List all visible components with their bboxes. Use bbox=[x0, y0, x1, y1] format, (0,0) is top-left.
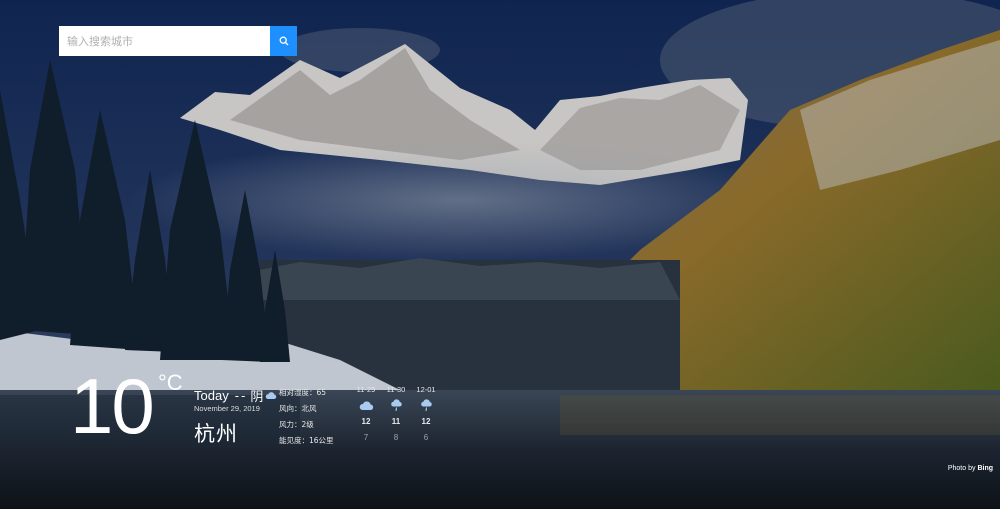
weather-condition: 阴 bbox=[250, 390, 264, 405]
visibility-label: 能见度：16公里 bbox=[279, 436, 334, 445]
cloud-icon bbox=[359, 400, 373, 410]
city-name: 杭州 bbox=[194, 422, 238, 446]
today-condition: Today - - 阴 bbox=[194, 386, 277, 405]
city-search-input[interactable] bbox=[59, 26, 270, 56]
forecast-high: 11 bbox=[391, 417, 401, 426]
forecast-day: 11-30 11 8 bbox=[381, 385, 411, 444]
wind-force-label: 风力：2级 bbox=[279, 420, 314, 429]
credit-source-link[interactable]: Bing bbox=[977, 465, 993, 472]
credit-prefix: Photo by bbox=[947, 465, 976, 472]
forecast-low: 8 bbox=[393, 433, 399, 442]
forecast-day: 11-29 12 7 bbox=[351, 385, 381, 444]
today-label: Today bbox=[194, 388, 229, 403]
forecast-low: 7 bbox=[363, 433, 369, 442]
search-bar bbox=[59, 26, 297, 56]
weather-app: 10 °C Today - - 阴 November 29, 2019 杭州 相… bbox=[0, 0, 1000, 509]
photo-credit: Photo by Bing bbox=[948, 465, 993, 472]
forecast-day: 12-01 12 6 bbox=[411, 385, 441, 444]
humidity-label: 相对湿度：65 bbox=[279, 388, 327, 397]
cloud-icon bbox=[266, 392, 277, 399]
separator: - bbox=[234, 388, 240, 403]
forecast-low: 6 bbox=[423, 433, 429, 442]
temperature-unit: °C bbox=[158, 370, 183, 395]
forecast-date: 11-30 bbox=[386, 385, 406, 394]
separator: - bbox=[241, 388, 246, 403]
weather-details: 相对湿度：65 风向：北风 风力：2级 能见度：16公里 bbox=[279, 385, 334, 449]
forecast-high: 12 bbox=[421, 417, 431, 426]
wind-direction-label: 风向：北风 bbox=[279, 404, 317, 413]
rain-cloud-icon bbox=[420, 398, 432, 411]
search-icon bbox=[279, 36, 288, 46]
forecast-date: 11-29 bbox=[356, 385, 376, 394]
search-button[interactable] bbox=[270, 26, 297, 56]
current-temperature: 10 bbox=[70, 362, 155, 450]
current-date: November 29, 2019 bbox=[194, 404, 260, 413]
forecast-high: 12 bbox=[361, 417, 371, 426]
forecast-date: 12-01 bbox=[416, 385, 436, 394]
rain-cloud-icon bbox=[390, 398, 402, 411]
